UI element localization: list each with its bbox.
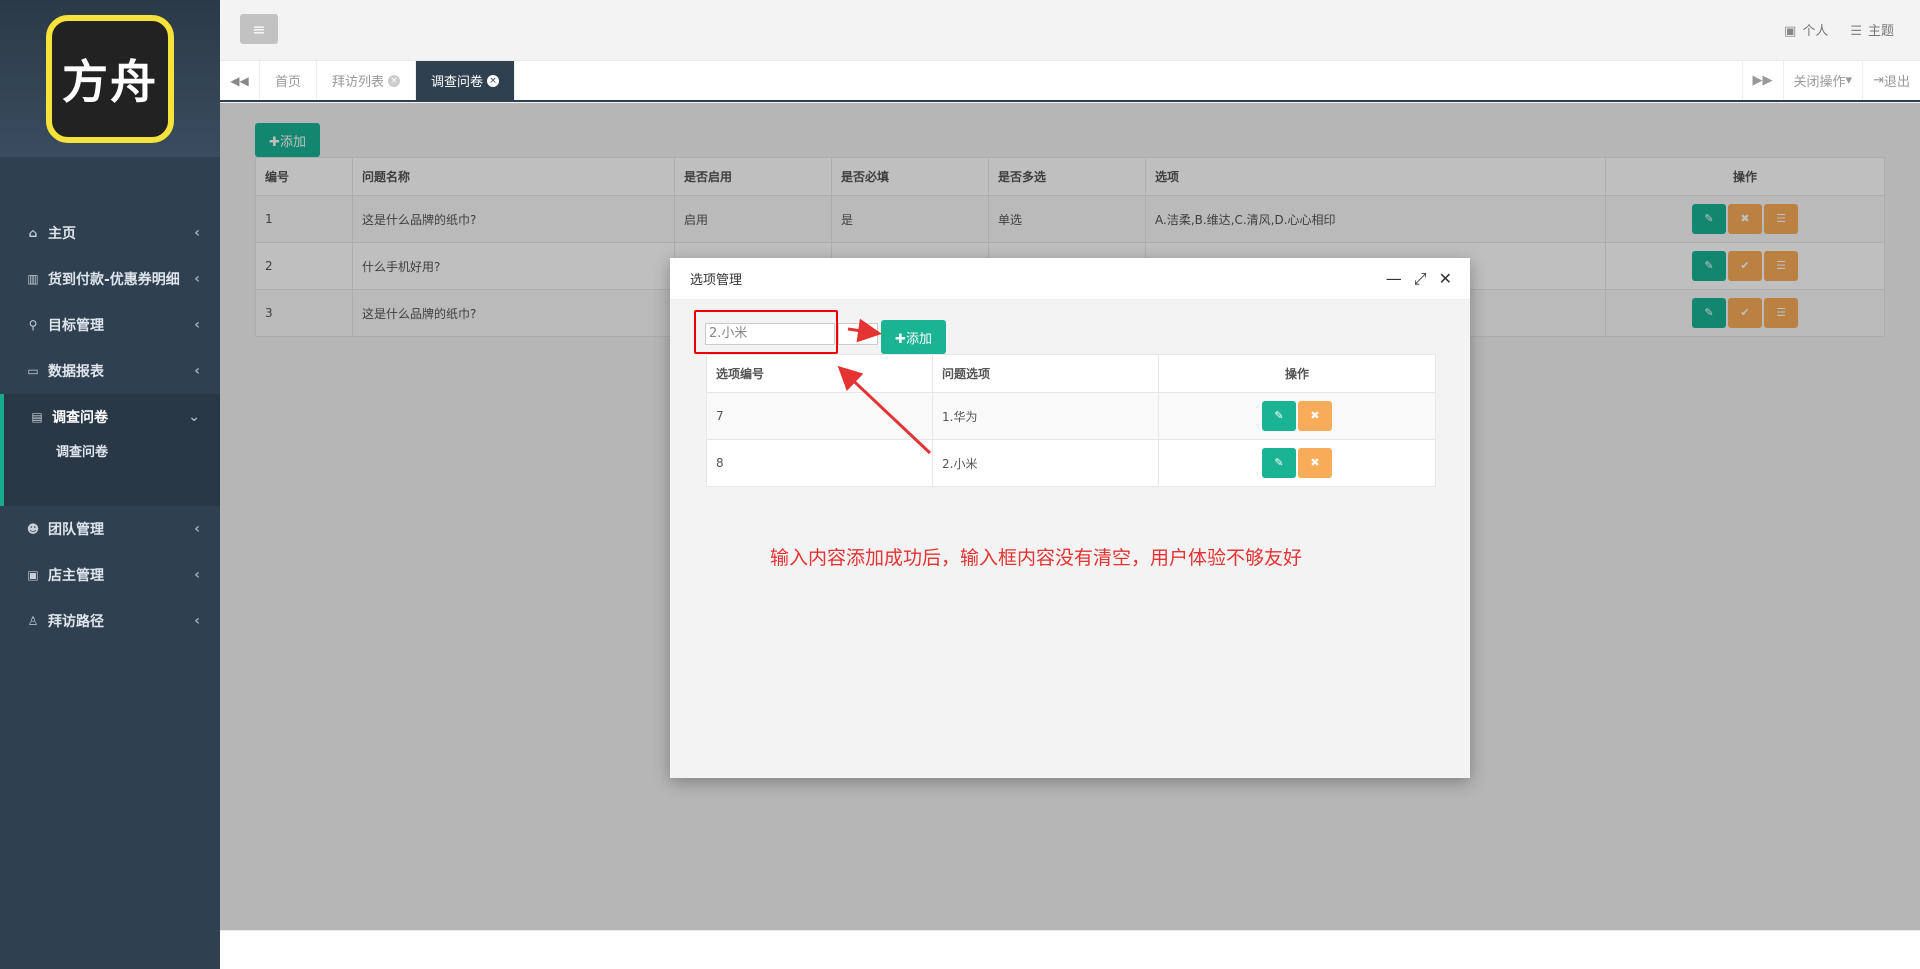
tab-survey[interactable]: 调查问卷 ×	[416, 61, 516, 100]
server-icon: ☰	[1850, 24, 1862, 39]
chevron-left-icon: ‹	[194, 521, 200, 537]
cell-option: 1.华为	[932, 392, 1159, 440]
forward-icon: ▶▶	[1752, 73, 1773, 88]
delete-button[interactable]: ✖	[1298, 401, 1332, 431]
chevron-left-icon: ‹	[194, 225, 200, 241]
sign-out-icon: ⇥	[1873, 73, 1884, 88]
modal-title: 选项管理	[690, 273, 743, 288]
minimize-icon[interactable]: —	[1386, 269, 1402, 289]
cell-option-id: 7	[706, 392, 933, 440]
logout-link[interactable]: ⇥ 退出	[1862, 61, 1920, 100]
annotation-note: 输入内容添加成功后，输入框内容没有清空，用户体验不够友好	[770, 547, 1303, 569]
chevron-left-icon: ‹	[194, 363, 200, 379]
home-icon: ⌂	[28, 226, 38, 240]
times-icon: ✖	[1310, 456, 1320, 469]
chevron-down-icon: ⌄	[188, 409, 200, 425]
close-icon[interactable]: ✕	[1439, 269, 1452, 289]
chevron-left-icon: ‹	[194, 317, 200, 333]
chevron-left-icon: ‹	[194, 271, 200, 287]
sidebar-item-visit-path[interactable]: ♙ 拜访路径 ‹	[0, 598, 220, 644]
close-icon[interactable]: ×	[388, 74, 401, 87]
app-logo: 方舟	[46, 14, 174, 143]
users-icon: ☻	[26, 522, 40, 536]
edit-icon: ✎	[1274, 409, 1284, 422]
id-card-icon: ▣	[1784, 24, 1797, 39]
edit-button[interactable]: ✎	[1262, 401, 1296, 431]
close-icon[interactable]: ×	[487, 74, 500, 87]
bank-icon: ▥	[27, 272, 39, 286]
sidebar-item-target[interactable]: ⚲ 目标管理 ‹	[0, 302, 220, 348]
table-header-row: 选项编号 问题选项 操作	[706, 354, 1436, 393]
tab-home[interactable]: 首页	[260, 61, 318, 100]
modal-controls: — ⤢ ✕	[1386, 269, 1452, 289]
cell-option: 2.小米	[932, 439, 1159, 487]
sidebar-submenu: 调查问卷	[0, 440, 220, 506]
edit-button[interactable]: ✎	[1262, 448, 1296, 478]
id-card-icon: ▣	[27, 568, 39, 582]
col-header: 选项编号	[706, 354, 933, 393]
chevron-left-icon: ‹	[194, 613, 200, 629]
col-header: 问题选项	[932, 354, 1159, 393]
edit-icon: ✎	[1274, 456, 1284, 469]
sidebar-item-label: 店主管理	[48, 568, 104, 584]
footer	[220, 930, 1920, 969]
chart-icon: ▤	[31, 410, 43, 424]
theme-link[interactable]: ☰ 主题	[1850, 20, 1894, 39]
options-table: 选项编号 问题选项 操作 7 1.华为 ✎ ✖ 8 2.小米 ✎ ✖	[706, 354, 1436, 487]
sidebar-item-label: 调查问卷	[52, 410, 108, 426]
maximize-icon[interactable]: ⤢	[1414, 269, 1427, 289]
backward-icon: ◀◀	[230, 73, 249, 88]
personal-link[interactable]: ▣ 个人	[1784, 20, 1828, 39]
cell-actions: ✎ ✖	[1158, 392, 1436, 440]
tab-scroll-right-button[interactable]: ▶▶	[1741, 61, 1783, 100]
sidebar-item-label: 数据报表	[48, 364, 104, 380]
walk-icon: ⚲	[28, 318, 38, 332]
sidebar-item-label: 团队管理	[48, 522, 104, 538]
sidebar-item-shop-owner[interactable]: ▣ 店主管理 ‹	[0, 552, 220, 598]
sidebar-subitem-survey[interactable]: 调查问卷	[4, 440, 220, 480]
sidebar-item-label: 目标管理	[48, 318, 104, 334]
top-right-links: ▣ 个人 ☰ 主题	[1784, 20, 1894, 39]
sidebar-item-team[interactable]: ☻ 团队管理 ‹	[0, 506, 220, 552]
options-modal: 选项管理 — ⤢ ✕ 2.小米 ✚添加 选项编号 问题选项 操作 7 1.华为 …	[670, 258, 1470, 778]
option-input-secondary[interactable]	[838, 323, 878, 345]
chevron-left-icon: ‹	[194, 567, 200, 583]
modal-header: 选项管理 — ⤢ ✕	[670, 258, 1470, 300]
sidebar-item-label: 主页	[48, 226, 76, 242]
table-row: 8 2.小米 ✎ ✖	[706, 439, 1436, 487]
tabs-bar: ◀◀ 首页 拜访列表 × 调查问卷 × ▶▶ 关闭操作 ▾ ⇥ 退出	[220, 61, 1920, 102]
tab-scroll-left-button[interactable]: ◀◀	[220, 61, 260, 100]
delete-button[interactable]: ✖	[1298, 448, 1332, 478]
tabs: 首页 拜访列表 × 调查问卷 ×	[260, 61, 516, 100]
sidebar: 方舟 ⌂ 主页 ‹ ▥ 货到付款-优惠券明细 ‹ ⚲ 目标管理 ‹ ▭ 数据报表…	[0, 0, 220, 969]
tab-visit-list[interactable]: 拜访列表 ×	[317, 61, 417, 100]
option-input[interactable]: 2.小米	[705, 323, 835, 345]
sidebar-item-home[interactable]: ⌂ 主页 ‹	[0, 210, 220, 256]
sidebar-item-label: 拜访路径	[48, 614, 104, 630]
sidebar-item-survey[interactable]: ▤ 调查问卷 ⌄	[0, 394, 220, 440]
sidebar-item-label: 货到付款-优惠券明细	[48, 272, 180, 288]
tab-right-controls: ▶▶ 关闭操作 ▾ ⇥ 退出	[1741, 61, 1920, 100]
top-bar: ≡ ▣ 个人 ☰ 主题	[220, 0, 1920, 61]
menu-toggle-button[interactable]: ≡	[240, 14, 278, 44]
rectangle-icon: ▭	[27, 364, 39, 378]
caret-down-icon: ▾	[1845, 73, 1853, 88]
times-icon: ✖	[1310, 409, 1320, 422]
col-header: 操作	[1158, 354, 1436, 393]
close-ops-dropdown[interactable]: 关闭操作 ▾	[1782, 61, 1863, 100]
sidebar-item-report[interactable]: ▭ 数据报表 ‹	[0, 348, 220, 394]
sidebar-nav: ⌂ 主页 ‹ ▥ 货到付款-优惠券明细 ‹ ⚲ 目标管理 ‹ ▭ 数据报表 ‹ …	[0, 210, 220, 644]
sidebar-item-coupon[interactable]: ▥ 货到付款-优惠券明细 ‹	[0, 256, 220, 302]
child-icon: ♙	[27, 614, 39, 628]
modal-add-button[interactable]: ✚添加	[881, 320, 946, 354]
logo-area: 方舟	[0, 0, 220, 157]
bars-icon: ≡	[252, 19, 266, 39]
table-row: 7 1.华为 ✎ ✖	[706, 392, 1436, 440]
cell-option-id: 8	[706, 439, 933, 487]
cell-actions: ✎ ✖	[1158, 439, 1436, 487]
